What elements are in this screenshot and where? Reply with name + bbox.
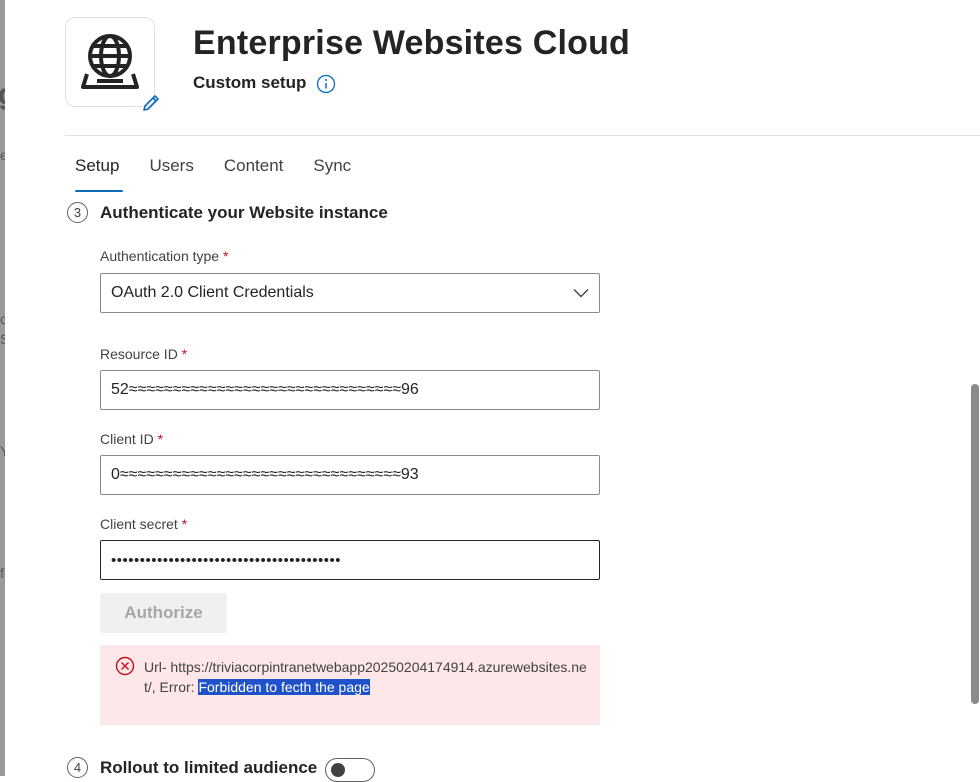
tab-users[interactable]: Users xyxy=(139,145,209,192)
toggle-knob xyxy=(331,763,345,777)
step-number: 3 xyxy=(67,202,88,223)
field-label: Authentication type * xyxy=(100,248,228,264)
rollout-toggle[interactable] xyxy=(325,758,375,782)
client-secret-label: Client secret xyxy=(100,516,178,532)
scrollbar-thumb[interactable] xyxy=(971,384,979,704)
info-icon[interactable] xyxy=(316,74,336,94)
field-label: Client secret * xyxy=(100,516,187,532)
tab-setup[interactable]: Setup xyxy=(65,145,135,192)
required-marker: * xyxy=(157,431,164,447)
tab-list: Setup Users Content Sync xyxy=(65,145,371,193)
client-id-input[interactable]: 0≈≈≈≈≈≈≈≈≈≈≈≈≈≈≈≈≈≈≈≈≈≈≈≈≈≈≈≈≈≈≈≈93 xyxy=(100,455,600,495)
details-panel: Enterprise Websites Cloud Custom setup S… xyxy=(5,0,980,782)
error-text: Url- https://triviacorpintranetwebapp202… xyxy=(144,657,589,697)
resource-id-label: Resource ID xyxy=(100,346,178,362)
auth-type-label: Authentication type xyxy=(100,248,220,264)
step-title: Authenticate your Website instance xyxy=(100,203,388,222)
step-title: Rollout to limited audience xyxy=(100,758,318,777)
authorize-button[interactable]: Authorize xyxy=(100,593,227,633)
required-marker: * xyxy=(181,346,188,362)
page-title: Enterprise Websites Cloud xyxy=(193,24,631,62)
required-marker: * xyxy=(181,516,188,532)
error-message-highlight: Forbidden to fecth the page xyxy=(198,679,370,695)
auth-type-value: OAuth 2.0 Client Credentials xyxy=(111,284,314,301)
tab-content[interactable]: Content xyxy=(214,145,300,192)
step-number: 4 xyxy=(67,757,88,778)
edit-pencil-icon[interactable] xyxy=(140,92,162,114)
error-circle-icon xyxy=(115,656,135,676)
chevron-down-icon xyxy=(573,289,589,298)
client-id-label: Client ID xyxy=(100,431,154,447)
page-subtitle: Custom setup xyxy=(193,73,307,92)
field-label: Client ID * xyxy=(100,431,163,447)
auth-type-dropdown[interactable]: OAuth 2.0 Client Credentials xyxy=(100,273,600,313)
tab-sync[interactable]: Sync xyxy=(303,145,367,192)
globe-laptop-icon xyxy=(81,34,139,89)
resource-id-input[interactable]: 52≈≈≈≈≈≈≈≈≈≈≈≈≈≈≈≈≈≈≈≈≈≈≈≈≈≈≈≈≈≈≈96 xyxy=(100,370,600,410)
required-marker: * xyxy=(222,248,229,264)
field-label: Resource ID * xyxy=(100,346,187,362)
error-message-bar: Url- https://triviacorpintranetwebapp202… xyxy=(100,645,600,725)
client-secret-input[interactable]: •••••••••••••••••••••••••••••••••••••••• xyxy=(100,540,600,580)
header-divider xyxy=(65,135,980,136)
